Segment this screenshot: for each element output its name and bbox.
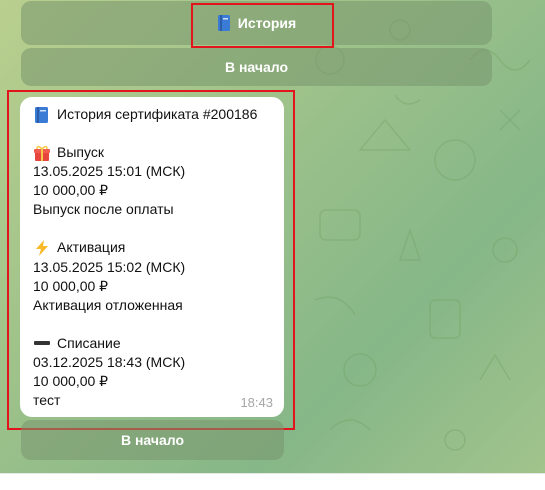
event-datetime: 13.05.2025 15:02 (МСК)	[33, 258, 186, 275]
message-title: История сертификата #200186	[57, 106, 258, 122]
message-title-line: История сертификата #200186	[33, 105, 272, 124]
minus-icon	[33, 334, 51, 352]
book-icon	[33, 106, 51, 124]
event-note: Выпуск после оплаты	[33, 201, 174, 218]
start-button-top-label: В начало	[224, 59, 289, 75]
event-datetime: 03.12.2025 18:43 (МСК)	[33, 353, 186, 370]
event-amount: 10 000,00 ₽	[33, 182, 109, 199]
event-amount: 10 000,00 ₽	[33, 373, 109, 390]
message-bubble: История сертификата #200186 Выпуск 13.05…	[20, 97, 284, 417]
start-button-top[interactable]: В начало	[21, 48, 492, 86]
start-button-bottom-label: В начало	[120, 432, 185, 448]
event-note: Активация отложенная	[33, 296, 183, 313]
message-time: 18:43	[240, 394, 273, 410]
message-input-bar[interactable]	[0, 473, 545, 490]
event-name-line: Выпуск	[33, 143, 272, 162]
start-button-bottom[interactable]: В начало	[21, 420, 284, 460]
event-name: Списание	[57, 334, 121, 351]
event-note: тест	[33, 392, 61, 409]
gift-icon	[33, 144, 51, 162]
event-name-line: Списание	[33, 334, 272, 353]
event-name: Выпуск	[57, 144, 104, 161]
lightning-icon	[33, 239, 51, 257]
event-amount: 10 000,00 ₽	[33, 277, 109, 294]
event-name-line: Активация	[33, 238, 272, 257]
event-datetime: 13.05.2025 15:01 (МСК)	[33, 163, 186, 180]
event-name: Активация	[57, 239, 126, 256]
history-button-highlight	[191, 3, 334, 48]
